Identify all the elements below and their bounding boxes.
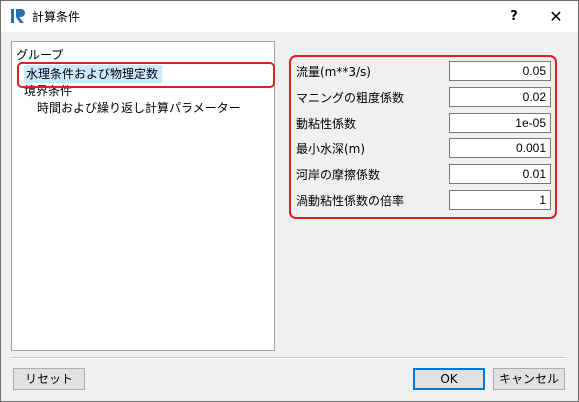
minimum-depth-input[interactable]: 0.001 bbox=[449, 138, 551, 158]
app-icon bbox=[11, 9, 25, 23]
eddy-viscosity-factor-label: 渦動粘性係数の倍率 bbox=[296, 194, 405, 208]
eddy-viscosity-factor-input[interactable]: 1 bbox=[449, 190, 551, 210]
close-button[interactable]: ✕ bbox=[534, 1, 578, 32]
kinematic-viscosity-label: 動粘性係数 bbox=[296, 117, 357, 131]
title-bar: 計算条件 ? ✕ bbox=[1, 1, 578, 32]
manning-coefficient-label: マニングの粗度係数 bbox=[296, 91, 405, 105]
kinematic-viscosity-input[interactable]: 1e-05 bbox=[449, 113, 551, 133]
group-header: グループ bbox=[16, 48, 64, 62]
help-button[interactable]: ? bbox=[499, 1, 529, 32]
manning-coefficient-input[interactable]: 0.02 bbox=[449, 87, 551, 107]
selected-item-highlight bbox=[17, 62, 275, 88]
reset-button[interactable]: リセット bbox=[13, 368, 85, 390]
bank-friction-input[interactable]: 0.01 bbox=[449, 164, 551, 184]
window-title: 計算条件 bbox=[32, 10, 81, 24]
separator bbox=[11, 357, 566, 359]
flow-rate-label: 流量(m**3/s) bbox=[296, 65, 371, 79]
tree-item-time-iteration-params[interactable]: 時間および繰り返し計算パラメーター bbox=[37, 99, 241, 117]
flow-rate-input[interactable]: 0.05 bbox=[449, 61, 551, 81]
ok-button[interactable]: OK bbox=[413, 368, 485, 390]
bank-friction-label: 河岸の摩擦係数 bbox=[296, 168, 381, 182]
cancel-button[interactable]: キャンセル bbox=[493, 368, 565, 390]
minimum-depth-label: 最小水深(m) bbox=[296, 142, 366, 156]
